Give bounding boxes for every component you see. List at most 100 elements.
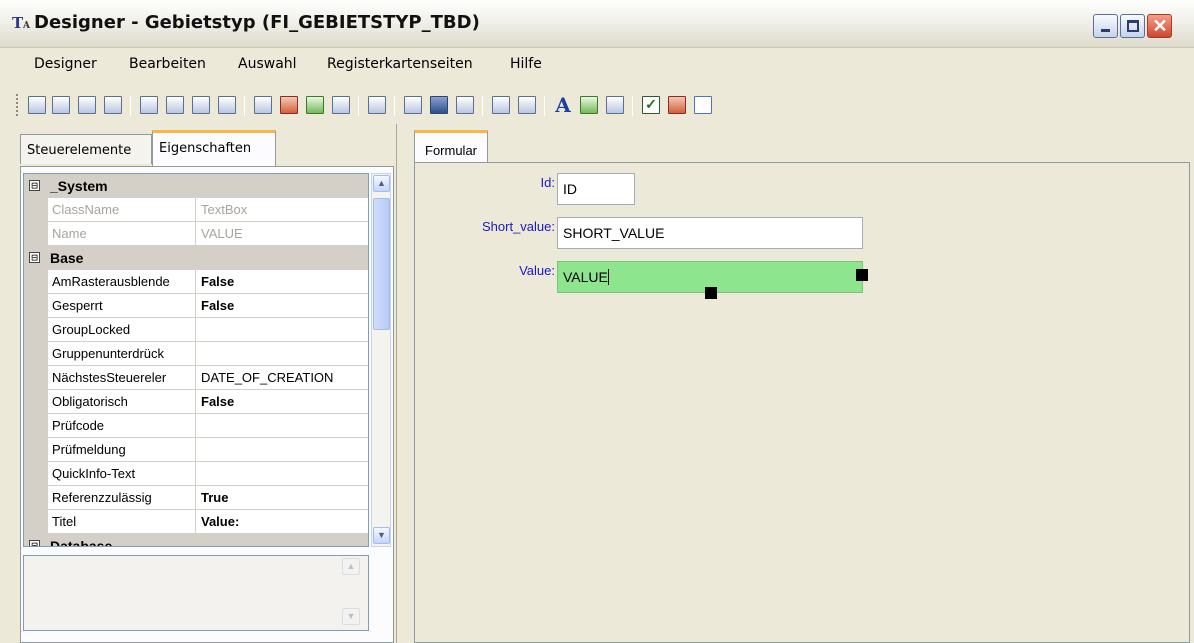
color-grid-icon[interactable]: [280, 96, 298, 114]
properties-page: ⊟ _System ClassName TextBox Name VALUE ⊟ Base Am…: [20, 166, 394, 643]
property-row[interactable]: Titel Value:: [24, 510, 368, 534]
sql-tree-icon[interactable]: [104, 96, 122, 114]
property-value[interactable]: [196, 342, 368, 366]
collapse-icon[interactable]: ⊟: [29, 252, 40, 263]
image-icon[interactable]: [580, 96, 598, 114]
sql-grid-icon[interactable]: [192, 96, 210, 114]
form-icon[interactable]: [140, 96, 158, 114]
property-row[interactable]: Referenzzulässig True: [24, 486, 368, 510]
panel-icon[interactable]: [254, 96, 272, 114]
property-scrollbar[interactable]: ▲ ▼: [371, 173, 391, 547]
menu-designer[interactable]: Designer: [34, 56, 97, 72]
scroll-down-icon[interactable]: ▼: [373, 527, 390, 544]
property-row[interactable]: GroupLocked: [24, 318, 368, 342]
property-gutter: [24, 486, 48, 510]
property-value[interactable]: [196, 462, 368, 486]
property-gutter: [24, 414, 48, 438]
property-row[interactable]: AmRasterausblende False: [24, 270, 368, 294]
panel-splitter[interactable]: [396, 124, 400, 643]
property-gutter: [24, 510, 48, 534]
image-grid-icon[interactable]: [306, 96, 324, 114]
property-value[interactable]: [196, 414, 368, 438]
property-category[interactable]: ⊟ Database: [24, 534, 368, 547]
label-icon[interactable]: [28, 96, 46, 114]
property-value[interactable]: VALUE: [196, 222, 368, 246]
property-value[interactable]: Value:: [196, 510, 368, 534]
list-edit-icon[interactable]: [332, 96, 350, 114]
scroll-thumb[interactable]: [373, 198, 390, 330]
minimize-button[interactable]: [1093, 14, 1118, 38]
tab-eigenschaften[interactable]: Eigenschaften: [152, 130, 276, 166]
toolbar-separator: [358, 96, 359, 116]
checkbox-icon[interactable]: ✓: [642, 96, 660, 114]
close-button[interactable]: ✕: [1147, 14, 1172, 38]
property-value[interactable]: True: [196, 486, 368, 510]
property-gutter: [24, 462, 48, 486]
toolbar-grip[interactable]: [16, 94, 19, 116]
fid-box-icon[interactable]: [456, 96, 474, 114]
property-value[interactable]: [196, 438, 368, 462]
menu-auswahl[interactable]: Auswahl: [238, 56, 297, 72]
tab-steuerelemente[interactable]: Steuerelemente: [20, 134, 152, 164]
fid-icon[interactable]: [166, 96, 184, 114]
maximize-button[interactable]: [1120, 14, 1145, 38]
property-name: Referenzzulässig: [48, 486, 196, 510]
designer-app-icon[interactable]: TA: [12, 14, 32, 34]
property-value[interactable]: False: [196, 270, 368, 294]
sql-list-icon[interactable]: [52, 96, 70, 114]
property-row[interactable]: ClassName TextBox: [24, 198, 368, 222]
property-row[interactable]: Gruppenunterdrück: [24, 342, 368, 366]
property-value[interactable]: TextBox: [196, 198, 368, 222]
title-bar: TA Designer - Gebietstyp (FI_GEBIETSTYP_…: [0, 0, 1194, 48]
table-icon[interactable]: [368, 96, 386, 114]
property-row[interactable]: Name VALUE: [24, 222, 368, 246]
tab-formular[interactable]: Formular: [414, 130, 489, 162]
id-field[interactable]: ID: [557, 173, 635, 205]
category-label: Database: [50, 538, 113, 547]
toolbar-separator: [482, 96, 483, 116]
property-value[interactable]: [196, 318, 368, 342]
property-value[interactable]: False: [196, 390, 368, 414]
property-value[interactable]: DATE_OF_CREATION: [196, 366, 368, 390]
property-row[interactable]: NächstesSteuereler DATE_OF_CREATION: [24, 366, 368, 390]
resize-handle-right[interactable]: [856, 269, 868, 281]
category-label: _System: [50, 178, 108, 194]
property-gutter: [24, 342, 48, 366]
menu-bearbeiten[interactable]: Bearbeiten: [129, 56, 206, 72]
property-row[interactable]: Prüfcode: [24, 414, 368, 438]
maximize-icon: [1127, 20, 1139, 32]
frame-icon[interactable]: [606, 96, 624, 114]
short-value-field[interactable]: SHORT_VALUE: [557, 217, 863, 249]
text-icon[interactable]: [492, 96, 510, 114]
scroll-up-icon[interactable]: ▲: [373, 175, 390, 192]
minimize-icon: [1101, 29, 1110, 32]
property-category[interactable]: ⊟ Base: [24, 246, 368, 270]
property-category[interactable]: ⊟ _System: [24, 174, 368, 198]
property-grid[interactable]: ⊟ _System ClassName TextBox Name VALUE ⊟ Base Am…: [23, 173, 369, 547]
scroll-up-icon[interactable]: ▲: [342, 558, 360, 575]
scroll-down-icon[interactable]: ▼: [342, 608, 360, 625]
property-row[interactable]: Prüfmeldung: [24, 438, 368, 462]
filter-icon[interactable]: [218, 96, 236, 114]
menu-registerkartenseiten[interactable]: Registerkartenseiten: [327, 56, 473, 72]
image-box-icon[interactable]: [430, 96, 448, 114]
collapse-icon[interactable]: ⊟: [29, 540, 40, 546]
resize-handle-bottom[interactable]: [705, 287, 717, 299]
property-row[interactable]: Gesperrt False: [24, 294, 368, 318]
collapse-icon[interactable]: ⊟: [29, 180, 40, 191]
toolbar-separator: [394, 96, 395, 116]
property-row[interactable]: Obligatorisch False: [24, 390, 368, 414]
menu-bar: Designer Bearbeiten Auswahl Registerkart…: [0, 56, 1194, 78]
api-icon[interactable]: [518, 96, 536, 114]
font-a-icon[interactable]: A: [554, 95, 572, 115]
box-icon[interactable]: [694, 96, 712, 114]
sql-combo-icon[interactable]: [78, 96, 96, 114]
property-value[interactable]: False: [196, 294, 368, 318]
menu-hilfe[interactable]: Hilfe: [510, 56, 542, 72]
grid-icon[interactable]: [668, 96, 686, 114]
page-icon[interactable]: [404, 96, 422, 114]
property-name: Gesperrt: [48, 294, 196, 318]
description-scrollbar[interactable]: ▲ ▼: [338, 558, 364, 628]
property-row[interactable]: QuickInfo-Text: [24, 462, 368, 486]
form-canvas[interactable]: Id: ID Short_value: SHORT_VALUE Value: V…: [414, 162, 1190, 643]
